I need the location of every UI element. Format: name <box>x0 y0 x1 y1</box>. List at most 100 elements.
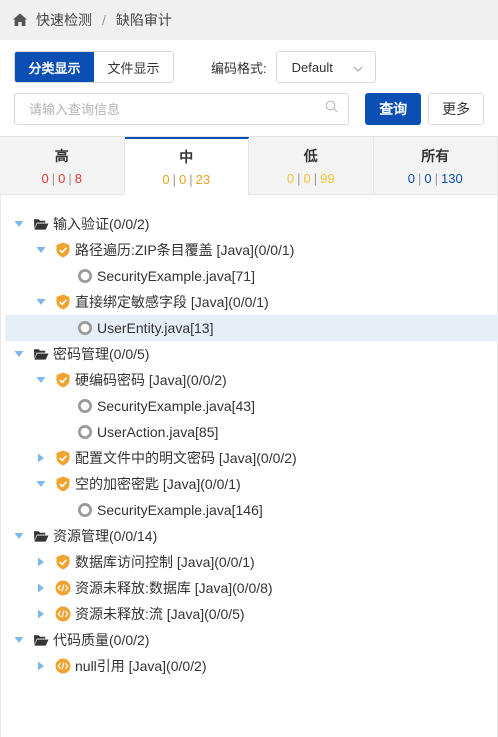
code-icon <box>55 580 71 596</box>
search-icon[interactable] <box>325 100 338 118</box>
tab-count-1: 0 <box>407 170 415 186</box>
search-box <box>14 93 350 125</box>
tab-count-3: 130 <box>441 170 463 186</box>
breadcrumb-root[interactable]: 快速检测 <box>36 10 92 30</box>
caret-down-icon[interactable] <box>13 218 25 230</box>
count-separator: | <box>172 172 177 187</box>
tree-row[interactable]: 空的加密密匙 [Java](0/0/1) <box>5 471 498 497</box>
tab-count-3: 23 <box>195 172 211 187</box>
tab-count-2: 0 <box>58 170 66 186</box>
tree-label: 资源未释放:流 [Java](0/0/5) <box>75 606 245 622</box>
tree-row[interactable]: 资源管理(0/0/14) <box>5 523 498 549</box>
tab-count-3: 99 <box>320 170 335 186</box>
encoding-select[interactable]: Default <box>275 51 376 83</box>
tab-count-2: 0 <box>179 172 187 187</box>
tree-label: UserEntity.java[13] <box>97 320 214 336</box>
count-separator: | <box>297 170 301 186</box>
caret-down-icon[interactable] <box>35 296 47 308</box>
tree-label: 配置文件中的明文密码 [Java](0/0/2) <box>75 450 297 466</box>
folder-open-icon <box>33 632 49 648</box>
breadcrumb-separator: / <box>102 12 106 28</box>
tab-count-2: 0 <box>303 170 311 186</box>
view-by-category-button[interactable]: 分类显示 <box>15 52 94 82</box>
encoding-value: Default <box>291 59 333 75</box>
caret-right-icon[interactable] <box>35 582 47 594</box>
shield-icon <box>55 450 71 466</box>
count-separator: | <box>68 170 72 186</box>
tree-row[interactable]: 数据库访问控制 [Java](0/0/1) <box>5 549 498 575</box>
tree-label: 路径遍历:ZIP条目覆盖 [Java](0/0/1) <box>75 242 295 258</box>
tree-row[interactable]: 输入验证(0/0/2) <box>5 211 498 237</box>
caret-down-icon[interactable] <box>13 634 25 646</box>
view-toggle: 分类显示 文件显示 <box>14 51 174 83</box>
caret-right-icon[interactable] <box>35 452 47 464</box>
tree-row[interactable]: 配置文件中的明文密码 [Java](0/0/2) <box>5 445 498 471</box>
tree-row[interactable]: 硬编码密码 [Java](0/0/2) <box>5 367 498 393</box>
tree-label: 输入验证(0/0/2) <box>53 216 150 232</box>
tab-counts: 0 | 0 | 130 <box>408 171 463 186</box>
caret-right-icon[interactable] <box>35 660 47 672</box>
code-icon <box>55 658 71 674</box>
tree-label: 空的加密密匙 [Java](0/0/1) <box>75 476 241 492</box>
encoding-label: 编码格式: <box>211 60 267 76</box>
view-by-file-button[interactable]: 文件显示 <box>94 52 173 82</box>
tree-row[interactable]: null引用 [Java](0/0/2) <box>5 653 498 679</box>
caret-down-icon[interactable] <box>35 478 47 490</box>
tree-row[interactable]: SecurityExample.java[43] <box>5 393 498 419</box>
tree-label: 资源管理(0/0/14) <box>53 528 158 544</box>
tab-count-1: 0 <box>41 170 49 186</box>
tab-counts: 0 | 0 | 99 <box>287 171 335 186</box>
tree-row[interactable]: 代码质量(0/0/2) <box>5 627 498 653</box>
caret-down-icon[interactable] <box>13 348 25 360</box>
caret-right-icon[interactable] <box>35 608 47 620</box>
shield-icon <box>55 242 71 258</box>
tab-counts: 0 | 0 | 23 <box>162 172 210 187</box>
tree-row[interactable]: SecurityExample.java[146] <box>5 497 498 523</box>
tree-row[interactable]: UserEntity.java[13] <box>5 315 498 341</box>
file-dot-icon <box>77 268 93 284</box>
file-dot-icon <box>77 398 93 414</box>
tree-row[interactable]: 资源未释放:数据库 [Java](0/0/8) <box>5 575 498 601</box>
file-dot-icon <box>77 320 93 336</box>
file-dot-icon <box>77 502 93 518</box>
count-separator: | <box>189 172 193 187</box>
tree-row[interactable]: 密码管理(0/0/5) <box>5 341 498 367</box>
tab-medium[interactable]: 中 0 | 0 | 23 <box>124 137 249 195</box>
tree-row[interactable]: 资源未释放:流 [Java](0/0/5) <box>5 601 498 627</box>
caret-down-icon[interactable] <box>35 244 47 256</box>
file-dot-icon <box>77 424 93 440</box>
count-separator: | <box>418 170 422 186</box>
toolbar: 分类显示 文件显示 编码格式: Default <box>14 51 484 83</box>
tree-label: 硬编码密码 [Java](0/0/2) <box>75 372 227 388</box>
count-separator: | <box>313 170 318 186</box>
tab-counts: 0 | 0 | 8 <box>42 171 82 186</box>
tab-all[interactable]: 所有 0 | 0 | 130 <box>373 137 498 195</box>
search-input[interactable] <box>29 101 309 117</box>
tab-title: 所有 <box>421 147 450 164</box>
tab-low[interactable]: 低 0 | 0 | 99 <box>249 137 374 195</box>
tab-count-1: 0 <box>286 170 295 186</box>
tree-label: SecurityExample.java[43] <box>97 398 255 414</box>
shield-icon <box>55 372 71 388</box>
tree-label: 直接绑定敏感字段 [Java](0/0/1) <box>75 294 269 310</box>
tree-row[interactable]: 路径遍历:ZIP条目覆盖 [Java](0/0/1) <box>5 237 498 263</box>
tree-row[interactable]: SecurityExample.java[71] <box>5 263 498 289</box>
more-button[interactable]: 更多 <box>428 93 484 125</box>
caret-right-icon[interactable] <box>35 556 47 568</box>
caret-down-icon[interactable] <box>13 530 25 542</box>
tree-label: 数据库访问控制 [Java](0/0/1) <box>75 554 255 570</box>
shield-icon <box>55 554 71 570</box>
caret-down-icon[interactable] <box>35 374 47 386</box>
tab-high[interactable]: 高 0 | 0 | 8 <box>0 137 125 195</box>
breadcrumb-current: 缺陷审计 <box>115 12 172 28</box>
tree-row[interactable]: UserAction.java[85] <box>5 419 498 445</box>
home-icon[interactable] <box>12 12 28 28</box>
shield-icon <box>55 294 71 310</box>
count-separator: | <box>51 170 56 186</box>
query-button[interactable]: 查询 <box>365 93 422 125</box>
shield-icon <box>55 476 71 492</box>
tree-row[interactable]: 直接绑定敏感字段 [Java](0/0/1) <box>5 289 498 315</box>
